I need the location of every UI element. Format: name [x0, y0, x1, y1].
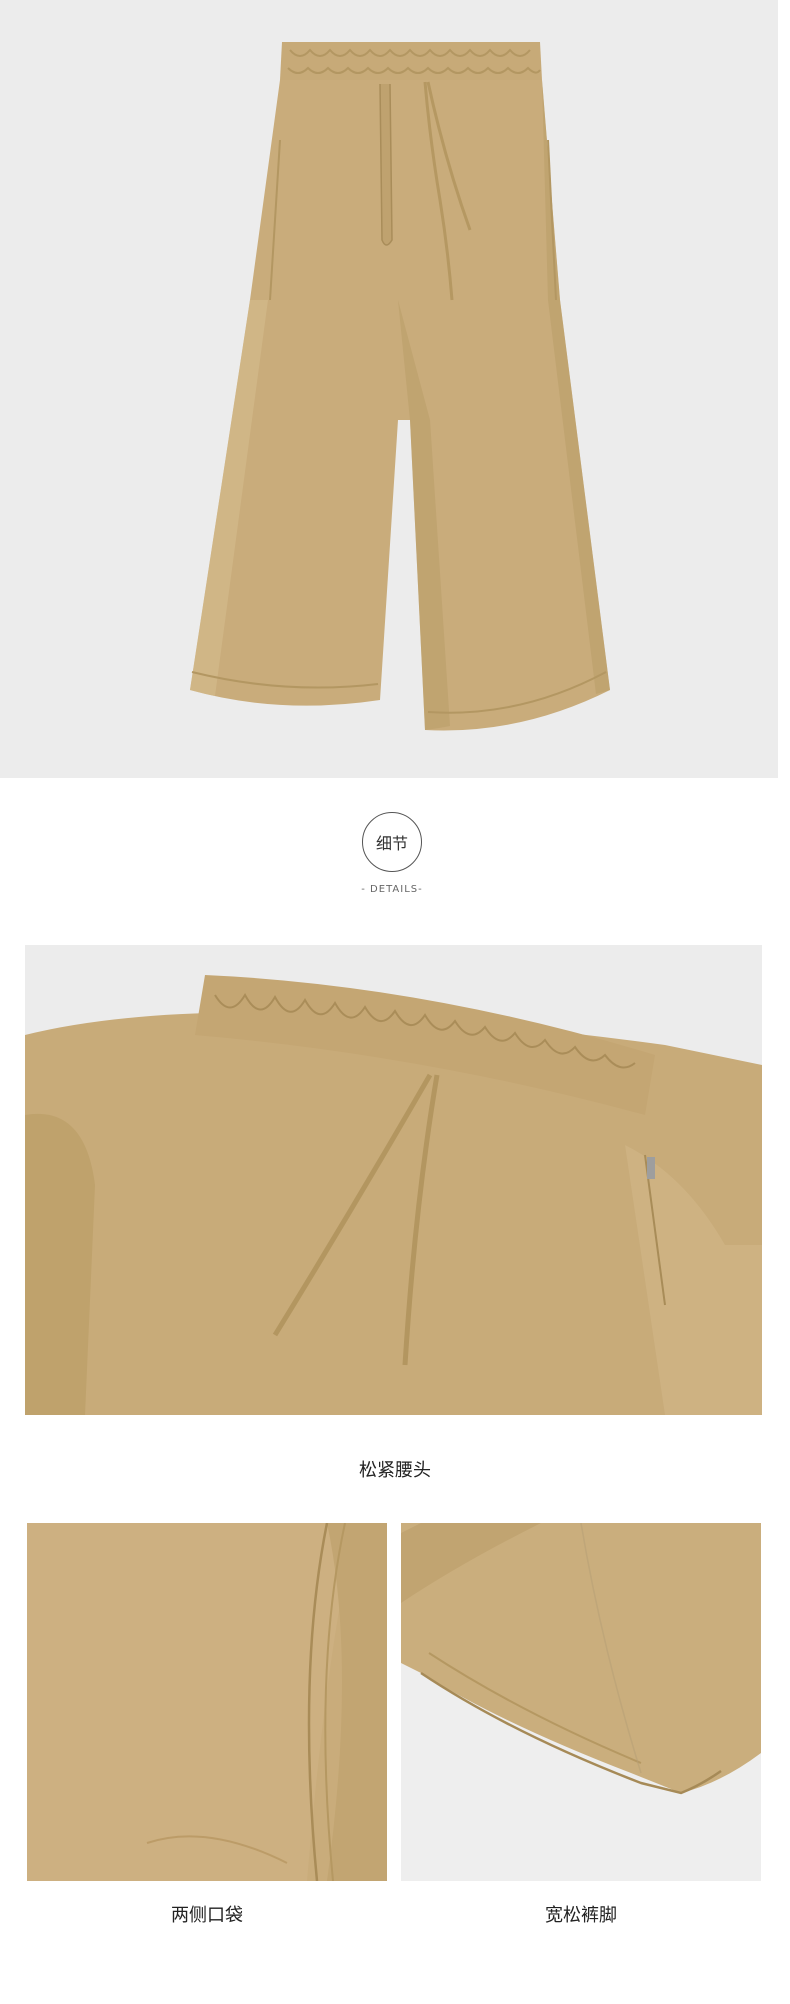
waistband-caption: 松紧腰头 — [359, 1460, 431, 1481]
pocket-detail-image — [27, 1523, 387, 1881]
waistband-detail-image — [25, 945, 762, 1415]
details-heading: 细节 - DETAILS- — [360, 812, 424, 895]
product-hero-image — [0, 0, 778, 778]
details-badge: 细节 — [362, 812, 422, 872]
hem-detail-image — [401, 1523, 761, 1881]
pocket-caption: 两侧口袋 — [171, 1905, 243, 1926]
hem-caption: 宽松裤脚 — [545, 1905, 617, 1926]
details-title-cn: 细节 — [375, 834, 408, 853]
details-title-en: - DETAILS- — [361, 884, 423, 895]
